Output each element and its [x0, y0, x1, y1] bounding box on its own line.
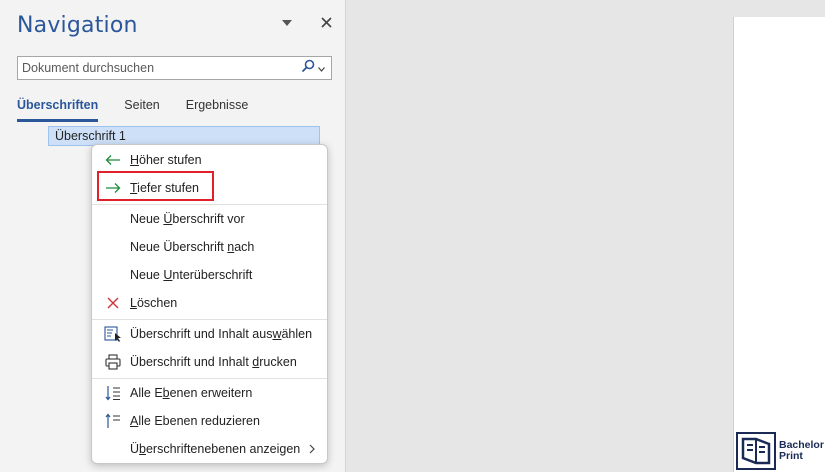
document-page[interactable] — [733, 17, 825, 472]
nav-tabs: Überschriften Seiten Ergebnisse — [17, 96, 274, 122]
context-menu: Höher stufen Tiefer stufen Neue Überschr… — [91, 144, 328, 464]
menu-item-new-heading-after[interactable]: Neue Überschrift nach — [92, 234, 327, 260]
watermark-line2: Print — [779, 450, 803, 462]
menu-item-label: Alle Ebenen reduzieren — [130, 414, 260, 428]
menu-item-label: Alle Ebenen erweitern — [130, 386, 253, 400]
delete-x-icon — [104, 294, 122, 312]
menu-item-show-heading-levels[interactable]: Überschriftenebenen anzeigen — [92, 436, 327, 462]
expand-levels-icon — [104, 384, 122, 402]
search-icon — [301, 59, 315, 78]
chevron-right-icon — [305, 441, 319, 457]
close-icon[interactable] — [317, 13, 335, 31]
menu-item-label: Tiefer stufen — [130, 181, 200, 195]
pane-options-chevron-icon[interactable] — [279, 16, 295, 30]
arrow-left-icon — [104, 151, 122, 169]
heading-tree-item[interactable]: Überschrift 1 — [48, 126, 320, 146]
menu-item-label: Überschriftenebenen anzeigen — [130, 442, 301, 456]
menu-separator — [92, 378, 327, 379]
menu-separator — [92, 204, 327, 205]
bachelorprint-logo-icon — [736, 432, 776, 470]
menu-item-label: Überschrift und Inhalt drucken — [130, 355, 297, 369]
tab-results[interactable]: Ergebnisse — [186, 96, 249, 122]
select-content-icon — [104, 325, 122, 343]
menu-item-label: Löschen — [130, 296, 178, 310]
menu-item-label: Höher stufen — [130, 153, 202, 167]
navigation-title: Navigation — [17, 13, 138, 38]
search-input[interactable] — [18, 57, 295, 79]
arrow-right-icon — [104, 179, 122, 197]
menu-separator — [92, 319, 327, 320]
menu-item-label: Überschrift und Inhalt auswählen — [130, 327, 313, 341]
menu-item-collapse-all[interactable]: Alle Ebenen reduzieren — [92, 408, 327, 434]
menu-item-label: Neue Überschrift vor — [130, 212, 245, 226]
menu-item-expand-all[interactable]: Alle Ebenen erweitern — [92, 380, 327, 406]
bachelorprint-watermark: Bachelor Print — [736, 432, 824, 470]
search-box[interactable] — [17, 56, 332, 80]
search-button[interactable] — [295, 57, 331, 79]
menu-item-new-heading-before[interactable]: Neue Überschrift vor — [92, 206, 327, 232]
chevron-down-icon — [318, 59, 325, 77]
menu-item-select-heading-content[interactable]: Überschrift und Inhalt auswählen — [92, 321, 327, 347]
menu-item-demote[interactable]: Tiefer stufen — [92, 175, 327, 201]
menu-item-label: Neue Überschrift nach — [130, 240, 255, 254]
menu-item-promote[interactable]: Höher stufen — [92, 147, 327, 173]
collapse-levels-icon — [104, 412, 122, 430]
menu-item-delete[interactable]: Löschen — [92, 290, 327, 316]
menu-item-new-subheading[interactable]: Neue Unterüberschrift — [92, 262, 327, 288]
tab-headings[interactable]: Überschriften — [17, 96, 99, 122]
menu-item-print-heading-content[interactable]: Überschrift und Inhalt drucken — [92, 349, 327, 375]
watermark-text: Bachelor Print — [779, 440, 824, 462]
printer-icon — [104, 353, 122, 371]
tab-pages[interactable]: Seiten — [124, 96, 159, 122]
menu-item-label: Neue Unterüberschrift — [130, 268, 253, 282]
